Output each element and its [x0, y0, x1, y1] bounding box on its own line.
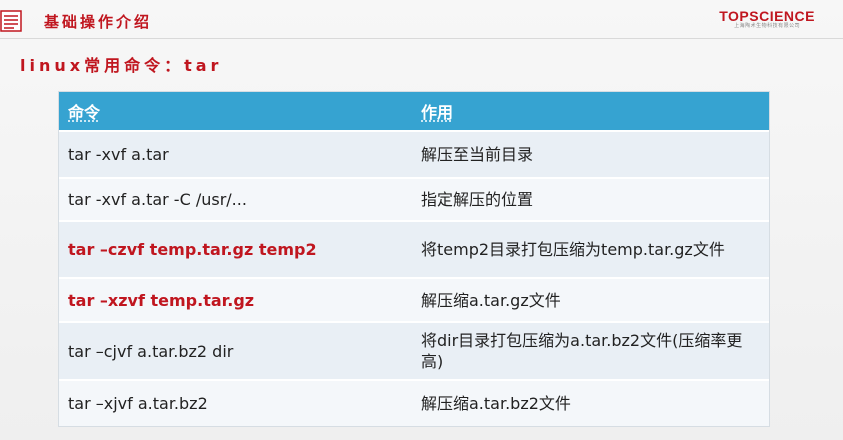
table-row: tar –cjvf a.tar.bz2 dir 将dir目录打包压缩为a.tar…	[59, 321, 769, 380]
table-row: tar -xvf a.tar 解压至当前目录	[59, 130, 769, 178]
description-cell: 解压至当前目录	[412, 130, 769, 178]
command-cell: tar -xvf a.tar	[59, 130, 412, 178]
description-cell: 将temp2目录打包压缩为temp.tar.gz文件	[412, 220, 769, 278]
logo-subtitle: 上海陶术生物科技有限公司	[734, 23, 801, 29]
logo-name: TOPSCIENCE	[719, 8, 815, 24]
command-cell: tar -xvf a.tar -C /usr/...	[59, 177, 412, 221]
description-cell: 指定解压的位置	[412, 177, 769, 221]
document-icon	[0, 10, 22, 32]
command-cell: tar –czvf temp.tar.gz temp2	[59, 220, 412, 278]
command-cell: tar –xjvf a.tar.bz2	[59, 379, 412, 426]
header-divider	[0, 38, 843, 39]
command-cell: tar –xzvf temp.tar.gz	[59, 277, 412, 322]
column-header-description: 作用	[412, 92, 769, 131]
table-row: tar -xvf a.tar -C /usr/... 指定解压的位置	[59, 177, 769, 221]
description-cell: 解压缩a.tar.gz文件	[412, 277, 769, 322]
command-table: 命令 作用 tar -xvf a.tar 解压至当前目录 tar -xvf a.…	[59, 92, 769, 426]
description-cell: 解压缩a.tar.bz2文件	[412, 379, 769, 426]
slide-subtitle: linux常用命令：tar	[20, 56, 223, 75]
table-row: tar –xzvf temp.tar.gz 解压缩a.tar.gz文件	[59, 277, 769, 322]
command-cell: tar –cjvf a.tar.bz2 dir	[59, 321, 412, 380]
table-header-row: 命令 作用	[59, 92, 769, 131]
description-cell: 将dir目录打包压缩为a.tar.bz2文件(压缩率更高)	[412, 321, 769, 380]
table-row: tar –czvf temp.tar.gz temp2 将temp2目录打包压缩…	[59, 220, 769, 278]
table-row: tar –xjvf a.tar.bz2 解压缩a.tar.bz2文件	[59, 379, 769, 426]
header-title: 基础操作介绍	[44, 13, 153, 31]
company-logo: TOPSCIENCE 上海陶术生物科技有限公司	[719, 9, 815, 30]
column-header-command: 命令	[59, 92, 412, 131]
